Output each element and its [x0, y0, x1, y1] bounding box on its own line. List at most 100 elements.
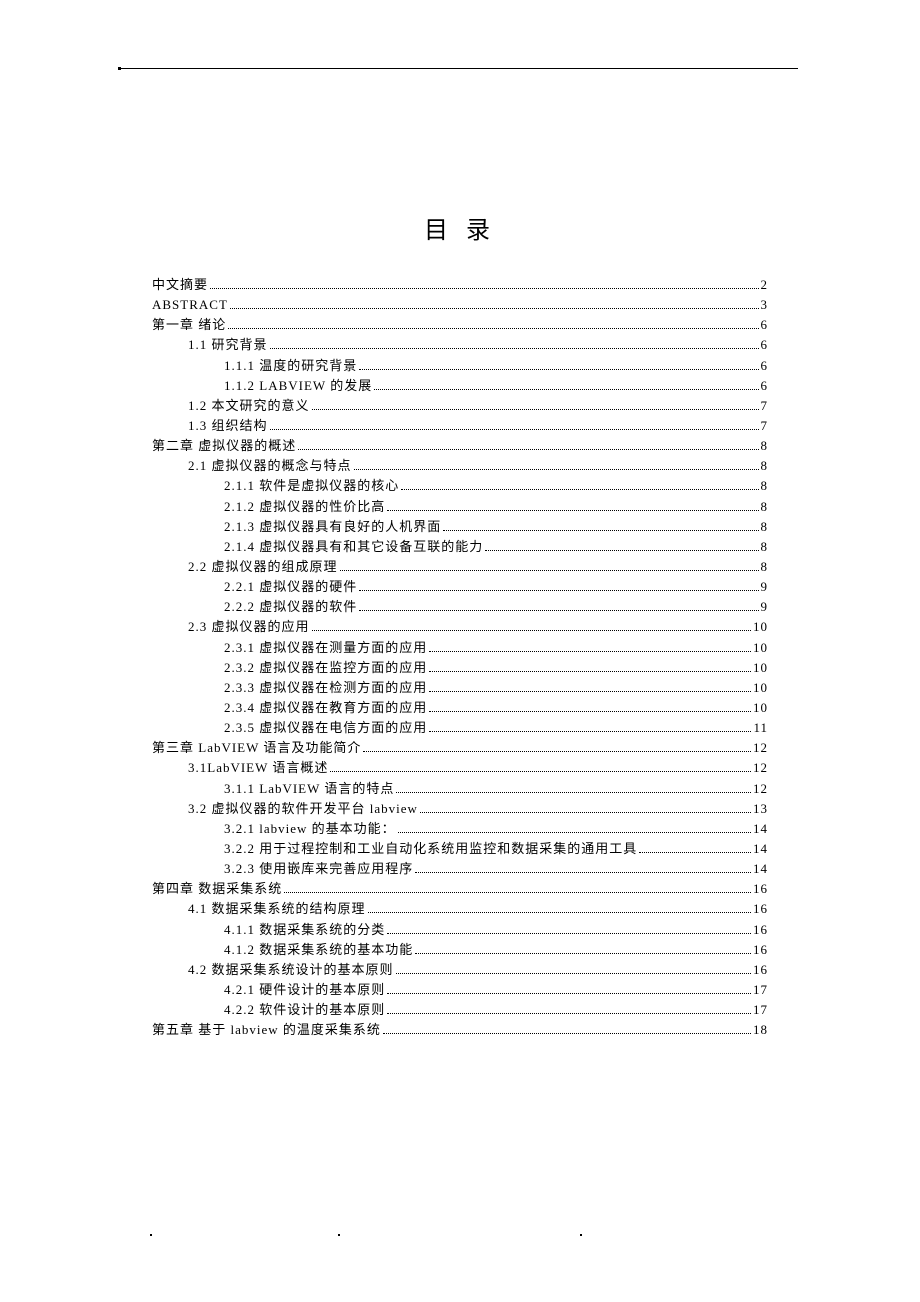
toc-entry-page: 10 [753, 638, 768, 658]
toc-entry-label: 2.3 虚拟仪器的应用 [188, 617, 310, 637]
toc-entry-label: 第三章 LabVIEW 语言及功能简介 [152, 738, 361, 758]
toc-leader-dots [387, 993, 751, 994]
toc-entry-label: 3.2.1 labview 的基本功能： [224, 819, 396, 839]
toc-entry-label: 3.2 虚拟仪器的软件开发平台 labview [188, 799, 418, 819]
toc-leader-dots [312, 630, 751, 631]
toc-entry: 3.2 虚拟仪器的软件开发平台 labview13 [152, 799, 768, 819]
toc-entry: 4.1 数据采集系统的结构原理16 [152, 899, 768, 919]
toc-entry: 4.2 数据采集系统设计的基本原则16 [152, 960, 768, 980]
toc-entry-label: 1.1.2 LABVIEW 的发展 [224, 376, 372, 396]
toc-entry: 3.2.2 用于过程控制和工业自动化系统用监控和数据采集的通用工具14 [152, 839, 768, 859]
toc-entry-page: 8 [761, 456, 769, 476]
toc-entry: 4.2.2 软件设计的基本原则17 [152, 1000, 768, 1020]
toc-entry-page: 8 [761, 557, 769, 577]
toc-entry-label: 2.3.5 虚拟仪器在电信方面的应用 [224, 718, 427, 738]
toc-entry: 3.1.1 LabVIEW 语言的特点12 [152, 779, 768, 799]
toc-entry-label: 第一章 绪论 [152, 315, 226, 335]
toc-leader-dots [359, 590, 758, 591]
toc-leader-dots [485, 550, 758, 551]
toc-entry: 第一章 绪论 6 [152, 315, 768, 335]
toc-entry-label: 1.3 组织结构 [188, 416, 268, 436]
toc-entry: ABSTRACT 3 [152, 295, 768, 315]
toc-entry: 中文摘要 2 [152, 275, 768, 295]
toc-entry-page: 12 [753, 779, 768, 799]
toc-entry-label: 1.1.1 温度的研究背景 [224, 356, 357, 376]
toc-entry-page: 16 [753, 940, 768, 960]
toc-entry: 2.1 虚拟仪器的概念与特点 8 [152, 456, 768, 476]
toc-leader-dots [429, 691, 751, 692]
toc-entry-page: 2 [761, 275, 769, 295]
toc-entry-page: 16 [753, 920, 768, 940]
toc-entry-page: 14 [753, 819, 768, 839]
toc-leader-dots [354, 469, 759, 470]
toc-entry-label: 2.2.2 虚拟仪器的软件 [224, 597, 357, 617]
toc-entry: 2.2 虚拟仪器的组成原理 8 [152, 557, 768, 577]
toc-entry-page: 11 [753, 718, 768, 738]
toc-leader-dots [396, 973, 751, 974]
toc-entry-page: 14 [753, 859, 768, 879]
toc-entry-page: 8 [761, 497, 769, 517]
toc-entry: 4.1.1 数据采集系统的分类16 [152, 920, 768, 940]
toc-entry-label: 2.1.3 虚拟仪器具有良好的人机界面 [224, 517, 441, 537]
toc-entry-label: 2.3.1 虚拟仪器在测量方面的应用 [224, 638, 427, 658]
toc-entry-page: 9 [761, 597, 769, 617]
toc-entry: 2.2.2 虚拟仪器的软件 9 [152, 597, 768, 617]
toc-leader-dots [387, 933, 751, 934]
toc-leader-dots [298, 449, 758, 450]
page-content: 目 录 中文摘要2ABSTRACT3第一章 绪论61.1 研究背景61.1.1 … [0, 0, 920, 1040]
toc-entry: 3.2.1 labview 的基本功能： 14 [152, 819, 768, 839]
toc-entry-label: 2.3.3 虚拟仪器在检测方面的应用 [224, 678, 427, 698]
toc-leader-dots [374, 389, 758, 390]
toc-entry: 2.3.4 虚拟仪器在教育方面的应用 10 [152, 698, 768, 718]
toc-entry: 2.3.5 虚拟仪器在电信方面的应用 11 [152, 718, 768, 738]
toc-entry-page: 14 [753, 839, 768, 859]
toc-leader-dots [387, 510, 758, 511]
toc-leader-dots [270, 429, 759, 430]
toc-entry-page: 10 [753, 678, 768, 698]
toc-entry-page: 12 [753, 758, 768, 778]
toc-leader-dots [398, 832, 751, 833]
toc-entry-page: 6 [761, 356, 769, 376]
toc-leader-dots [270, 348, 759, 349]
toc-entry-label: ABSTRACT [152, 295, 228, 315]
toc-leader-dots [312, 409, 759, 410]
toc-entry-page: 16 [753, 879, 768, 899]
toc-entry: 1.2 本文研究的意义 7 [152, 396, 768, 416]
toc-entry: 第四章 数据采集系统 16 [152, 879, 768, 899]
toc-leader-dots [383, 1033, 751, 1034]
toc-entry-page: 10 [753, 698, 768, 718]
toc-entry-page: 3 [761, 295, 769, 315]
toc-entry-label: 中文摘要 [152, 275, 208, 295]
toc-entry-page: 8 [761, 476, 769, 496]
toc-entry-page: 16 [753, 960, 768, 980]
toc-entry-page: 18 [753, 1020, 768, 1040]
toc-entry-label: 4.1 数据采集系统的结构原理 [188, 899, 366, 919]
toc-entry-label: 3.2.3 使用嵌库来完善应用程序 [224, 859, 413, 879]
toc-entry-label: 1.2 本文研究的意义 [188, 396, 310, 416]
toc-leader-dots [210, 288, 758, 289]
toc-entry-page: 17 [753, 1000, 768, 1020]
toc-entry: 2.2.1 虚拟仪器的硬件9 [152, 577, 768, 597]
toc-entry-label: 2.1.1 软件是虚拟仪器的核心 [224, 476, 399, 496]
toc-leader-dots [340, 570, 759, 571]
toc-entry-page: 7 [761, 396, 769, 416]
toc-entry-page: 9 [761, 577, 769, 597]
toc-leader-dots [639, 852, 751, 853]
toc-entry-label: 2.3.4 虚拟仪器在教育方面的应用 [224, 698, 427, 718]
toc-entry-label: 2.1 虚拟仪器的概念与特点 [188, 456, 352, 476]
toc-entry-page: 6 [761, 315, 769, 335]
toc-entry-page: 7 [761, 416, 769, 436]
toc-leader-dots [228, 328, 758, 329]
toc-entry: 1.1 研究背景6 [152, 335, 768, 355]
toc-entry-label: 2.2 虚拟仪器的组成原理 [188, 557, 338, 577]
toc-leader-dots [429, 731, 751, 732]
toc-entry-label: 第五章 基于 labview 的温度采集系统 [152, 1020, 381, 1040]
toc-leader-dots [284, 892, 751, 893]
toc-leader-dots [415, 872, 751, 873]
page-top-rule [118, 68, 798, 69]
toc-entry: 2.1.3 虚拟仪器具有良好的人机界面8 [152, 517, 768, 537]
toc-entry-label: 2.3.2 虚拟仪器在监控方面的应用 [224, 658, 427, 678]
toc-entry-page: 8 [761, 436, 769, 456]
toc-leader-dots [420, 812, 751, 813]
toc-entry-label: 第四章 数据采集系统 [152, 879, 282, 899]
